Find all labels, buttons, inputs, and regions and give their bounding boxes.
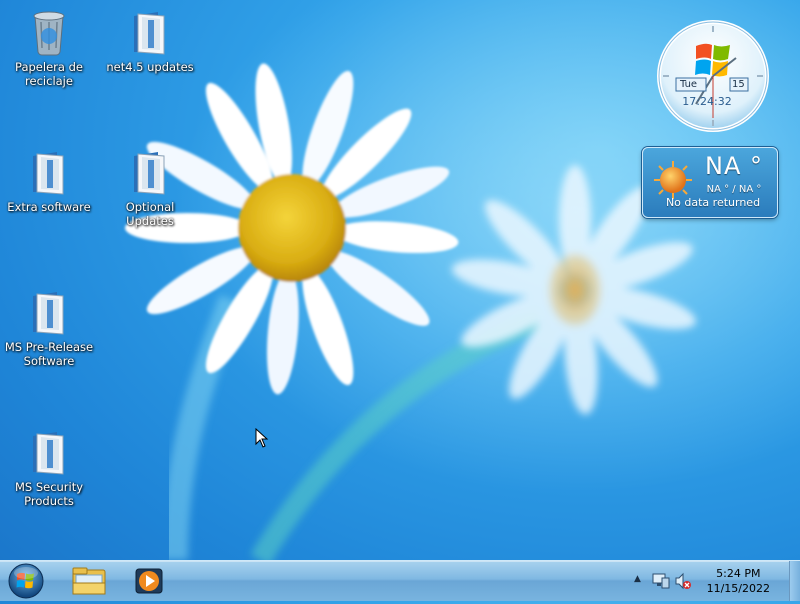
weather-message: No data returned <box>665 196 761 209</box>
taskbar-media-player[interactable] <box>120 563 176 599</box>
taskbar-file-explorer[interactable] <box>61 563 117 599</box>
folder-icon <box>27 148 71 196</box>
desktop-icon-label: net4.5 updates <box>106 60 194 74</box>
folder-icon <box>128 148 172 196</box>
clock-gadget[interactable]: Tue 15 17:24:32 <box>648 18 778 134</box>
start-button[interactable] <box>6 562 46 600</box>
show-desktop-button[interactable] <box>789 561 800 601</box>
folder-icon <box>27 288 71 336</box>
recycle-bin-icon <box>27 8 71 56</box>
file-explorer-icon <box>72 567 106 595</box>
volume-muted-icon[interactable] <box>674 572 692 590</box>
desktop-icon-recycle-bin[interactable]: Papelera de reciclaje <box>3 8 95 88</box>
desktop-icon-extra-software[interactable]: Extra software <box>3 148 95 214</box>
windows-logo-icon <box>8 563 44 599</box>
system-tray: ▲ 5:24 PM 11/15/2022 <box>630 561 790 601</box>
weather-gadget[interactable]: NA ° NA ° / NA ° No data returned <box>642 147 778 218</box>
folder-icon <box>27 428 71 476</box>
weather-range: NA ° / NA ° <box>706 184 762 195</box>
desktop-icon-net45-updates[interactable]: net4.5 updates <box>104 8 196 74</box>
clock-face <box>657 20 769 132</box>
desktop-icon-ms-pre-release-software[interactable]: MS Pre-Release Software <box>3 288 95 368</box>
taskbar-clock[interactable]: 5:24 PM 11/15/2022 <box>707 566 770 596</box>
taskbar-date: 11/15/2022 <box>706 582 770 595</box>
clock-time: 17:24:32 <box>682 95 732 108</box>
desktop-icon-label: Papelera de reciclaje <box>15 60 83 88</box>
taskbar-time: 5:24 PM <box>716 567 761 580</box>
network-icon[interactable] <box>652 572 670 590</box>
desktop-icon-ms-security-products[interactable]: MS Security Products <box>3 428 95 508</box>
mouse-cursor-icon <box>255 428 269 448</box>
taskbar: ▲ 5:24 PM 11/15/2022 <box>0 560 800 601</box>
clock-date: 15 <box>732 79 745 90</box>
weather-temperature: NA ° <box>705 152 763 180</box>
desktop-icon-label: Optional Updates <box>125 200 175 228</box>
desktop-icon-optional-updates[interactable]: Optional Updates <box>104 148 196 228</box>
sun-icon <box>654 161 692 199</box>
desktop-icon-label: Extra software <box>7 200 91 214</box>
desktop-icon-label: MS Security Products <box>14 480 84 508</box>
clock-day: Tue <box>680 79 698 90</box>
show-hidden-icons-icon[interactable]: ▲ <box>634 574 641 584</box>
media-player-icon <box>135 568 163 594</box>
folder-icon <box>128 8 172 56</box>
desktop-icon-label: MS Pre-Release Software <box>4 340 94 368</box>
